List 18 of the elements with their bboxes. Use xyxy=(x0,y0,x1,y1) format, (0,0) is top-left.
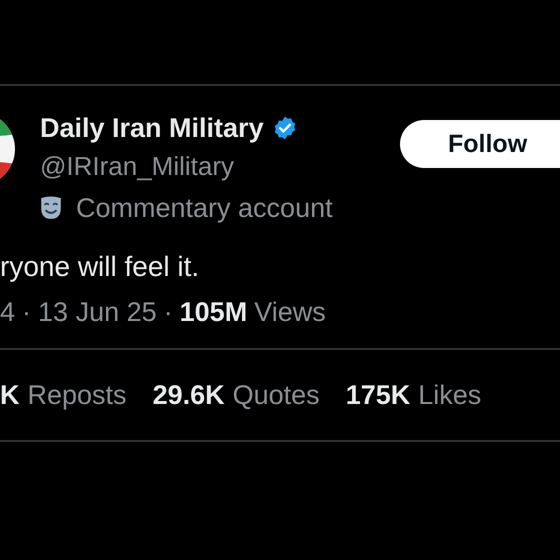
views-count: 105M xyxy=(180,296,248,328)
account-label: Commentary account xyxy=(76,192,333,224)
stat-label[interactable]: Likes xyxy=(418,380,482,410)
separator-dot: · xyxy=(22,296,32,328)
account-name[interactable]: Daily Iran Military xyxy=(40,112,264,144)
stat-count[interactable]: 175K xyxy=(346,380,410,410)
account-handle[interactable]: @IRIran_Military xyxy=(40,148,333,184)
stat-count[interactable]: 29.6K xyxy=(152,380,225,410)
follow-button[interactable]: Follow xyxy=(400,120,560,168)
separator-dot: · xyxy=(164,296,173,328)
mask-icon xyxy=(40,196,62,220)
stat-count[interactable]: K xyxy=(0,380,20,410)
stat-label[interactable]: Reposts xyxy=(28,380,127,410)
post-text: ryone will feel it. xyxy=(0,250,200,284)
post-meta: Views xyxy=(254,296,326,328)
post-meta: 13 Jun 25 xyxy=(38,296,157,328)
post-meta: 4 xyxy=(0,296,16,328)
stat-label[interactable]: Quotes xyxy=(232,380,320,410)
